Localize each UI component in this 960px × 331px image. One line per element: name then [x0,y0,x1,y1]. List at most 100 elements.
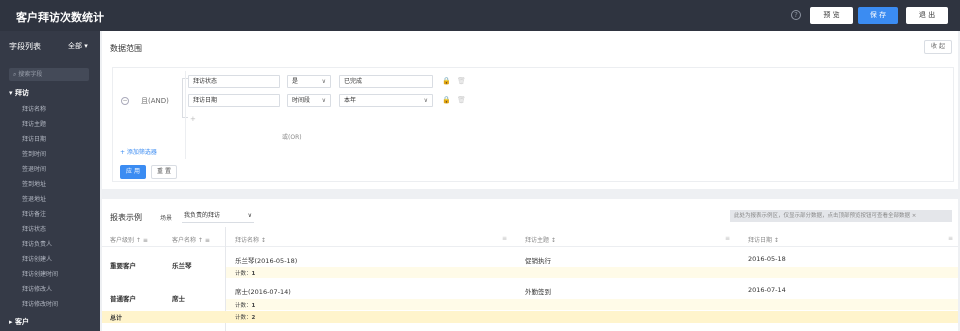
condition-value-2[interactable]: 本年 ∨ [339,94,433,107]
sidebar-item[interactable]: 拜访日期 [22,134,46,143]
field-list-sidebar: 字段列表 全部 ▾ ⌕ 搜索字段 ▾ 拜访 拜访名称 拜访主题 拜访日期 签到时… [0,31,100,331]
sidebar-item[interactable]: 签到地址 [22,179,46,188]
total-count: 计数：2 [235,313,255,321]
header-label: 客户级别 [110,237,135,244]
exit-button[interactable]: 退 出 [906,7,948,24]
data-range-title: 数据范围 [110,44,142,53]
lock-icon[interactable]: 🔒 [442,77,451,85]
help-icon[interactable]: ? [791,10,801,20]
sidebar-item[interactable]: 拜访创建时间 [22,269,58,278]
apply-button[interactable]: 应 用 [120,165,146,179]
scene-value: 我负责的拜访 [184,212,221,219]
field-filter-dropdown[interactable]: 全部 ▾ [68,41,88,51]
header-label: 拜访主题 [525,237,550,244]
condition-operator-2[interactable]: 时间段 ∨ [287,94,331,107]
preview-hint-banner[interactable]: 此处为报表示例区，仅显示部分数据，点击顶部预览按钮可查看全部数据 × [730,210,952,222]
search-icon: ⌕ [13,71,17,78]
count-label: 计数： [235,303,252,309]
data-range-panel: 数据范围 收 起 − 且(AND) 拜访状态 是 ∨ 已完成 🔒 🗑 拜访日期 … [102,31,958,189]
remove-group-icon[interactable]: − [121,97,129,105]
header-label: 客户名称 [172,237,197,244]
column-menu-icon[interactable]: ≡ [948,235,953,242]
add-condition-icon[interactable]: + [190,115,196,123]
table-cell-visit-name: 乐兰琴(2016-05-18) [235,257,298,265]
filter-divider [185,71,186,159]
chevron-down-icon: ∨ [321,78,326,85]
col-header-customer[interactable]: 客户名称 ↑ ≡ [172,235,210,244]
top-bar: 客户拜访次数统计 ? 预 览 保 存 退 出 [0,0,960,31]
sidebar-item[interactable]: 拜访修改人 [22,284,52,293]
or-label: 或(OR) [282,134,302,141]
col-header-visit-name[interactable]: 拜访名称 ↕ [235,235,266,244]
chevron-down-icon: ▾ [84,42,88,50]
column-menu-icon[interactable]: ≡ [502,235,507,242]
sidebar-item[interactable]: 拜访备注 [22,209,46,218]
save-button[interactable]: 保 存 [858,7,898,24]
sidebar-item[interactable]: 拜访负责人 [22,239,52,248]
add-filter-link[interactable]: + 添加筛选器 [120,147,157,156]
field-filter-label: 全部 [68,42,82,50]
sidebar-item[interactable]: 签退时间 [22,164,46,173]
chevron-down-icon: ∨ [247,212,252,219]
condition-field-1[interactable]: 拜访状态 [188,75,280,88]
subtotal-count: 计数：1 [235,301,255,309]
report-sample-panel: 报表示例 场景 我负责的拜访 ∨ 此处为报表示例区，仅显示部分数据，点击顶部预览… [102,199,958,331]
scene-label: 场景 [160,215,173,222]
condition-operator-1[interactable]: 是 ∨ [287,75,331,88]
count-label: 计数： [235,271,252,277]
sidebar-group-customer[interactable]: ▸ 客户 [9,317,29,327]
header-divider [102,246,958,247]
total-label: 总计 [110,315,123,322]
chevron-down-icon: ∨ [321,97,326,104]
sidebar-group-visit[interactable]: ▾ 拜访 [9,88,29,98]
sidebar-item[interactable]: 签到时间 [22,149,46,158]
sidebar-item[interactable]: 拜访状态 [22,224,46,233]
subtotal-row: 计数：1 [226,299,958,310]
subtotal-row: 计数：1 [226,267,958,278]
header-label: 拜访名称 [235,237,260,244]
operator-value: 是 [292,78,299,85]
sidebar-group-label: 拜访 [14,89,29,97]
col-header-visit-topic[interactable]: 拜访主题 ↕ [525,235,556,244]
collapse-button[interactable]: 收 起 [924,40,952,54]
table-cell-visit-name: 席士(2016-07-14) [235,288,291,296]
table-cell-visit-topic: 促销执行 [525,257,551,265]
value-text: 本年 [344,97,357,104]
sidebar-item[interactable]: 拜访修改时间 [22,299,58,308]
and-label: 且(AND) [141,97,169,105]
caret-down-icon: ▾ [9,89,13,97]
header-label: 拜访日期 [748,237,773,244]
sidebar-item[interactable]: 签退地址 [22,194,46,203]
col-header-level[interactable]: 客户级别 ↑ ≡ [110,235,148,244]
preview-button[interactable]: 预 览 [810,7,853,24]
condition-value-1[interactable]: 已完成 [339,75,433,88]
search-placeholder: 搜索字段 [18,71,43,78]
scene-dropdown[interactable]: 我负责的拜访 ∨ [182,209,254,223]
caret-right-icon: ▸ [9,318,13,326]
subtotal-count: 计数：1 [235,269,255,277]
trash-icon[interactable]: 🗑 [457,77,466,85]
total-row: 总计 计数：2 [102,311,958,323]
table-cell-level: 普通客户 [110,295,136,303]
trash-icon[interactable]: 🗑 [457,96,466,104]
sidebar-title: 字段列表 [9,42,41,51]
sidebar-item[interactable]: 拜访名称 [22,104,46,113]
count-value: 2 [251,315,256,321]
sidebar-group-label: 客户 [14,318,29,326]
reset-button[interactable]: 重 置 [151,165,177,179]
lock-icon[interactable]: 🔒 [442,96,451,104]
table-cell-visit-date: 2016-07-14 [748,286,786,294]
count-label: 计数： [235,315,252,321]
sidebar-item[interactable]: 拜访主题 [22,119,46,128]
chevron-down-icon: ∨ [423,97,428,104]
count-value: 1 [251,271,256,277]
condition-field-2[interactable]: 拜访日期 [188,94,280,107]
col-header-visit-date[interactable]: 拜访日期 ↕ [748,235,779,244]
field-search-input[interactable]: ⌕ 搜索字段 [9,68,89,81]
page-title: 客户拜访次数统计 [16,11,104,24]
table-cell-visit-topic: 外勤签到 [525,288,551,296]
column-menu-icon[interactable]: ≡ [725,235,730,242]
sidebar-item[interactable]: 拜访创建人 [22,254,52,263]
operator-value: 时间段 [292,97,311,104]
report-title: 报表示例 [110,213,142,222]
